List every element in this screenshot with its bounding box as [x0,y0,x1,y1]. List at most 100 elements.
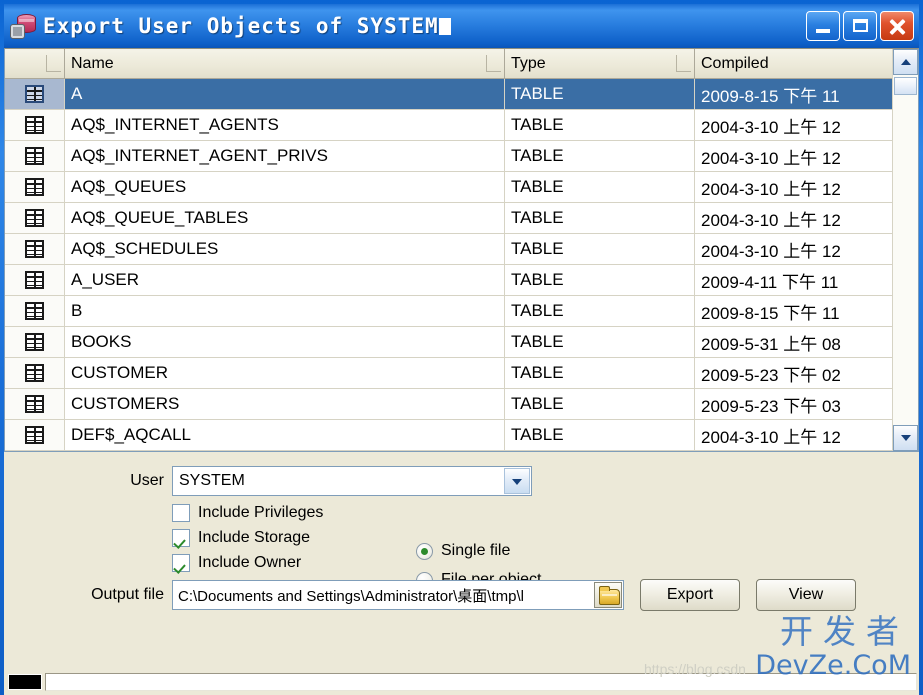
browse-button[interactable] [594,582,622,608]
table-icon [25,85,44,103]
table-icon [25,240,44,258]
column-header-name[interactable]: Name [65,49,505,78]
user-label: User [4,472,172,490]
chevron-down-icon[interactable] [504,468,530,494]
chevron-up-icon [901,59,911,65]
checkbox-include-owner[interactable]: Include Owner [172,554,919,572]
cell-type: TABLE [505,203,695,233]
grid-vertical-scrollbar[interactable] [892,49,918,451]
cell-name: A_USER [65,265,505,295]
column-header-compiled[interactable]: Compiled [695,49,892,78]
table-row[interactable]: ATABLE2009-8-15 下午 11 [5,79,892,110]
table-row[interactable]: DEF$_AQCALLTABLE2004-3-10 上午 12 [5,420,892,451]
cell-name: AQ$_QUEUE_TABLES [65,203,505,233]
table-icon [25,302,44,320]
grid-header-row: Name Type Compiled [5,49,892,79]
cell-name: DEF$_AQCALL [65,420,505,450]
close-button[interactable] [880,11,914,41]
row-icon-cell [5,234,65,264]
checkbox-include-owner-box[interactable] [172,554,190,572]
scroll-thumb[interactable] [894,77,917,95]
table-icon [25,395,44,413]
cell-compiled: 2009-4-11 下午 11 [695,265,892,295]
row-icon-cell [5,389,65,419]
maximize-button[interactable] [843,11,877,41]
row-icon-cell [5,203,65,233]
progress-indicator [8,674,42,690]
minimize-button[interactable] [806,11,840,41]
scroll-down-button[interactable] [893,425,918,451]
table-row[interactable]: BOOKSTABLE2009-5-31 上午 08 [5,327,892,358]
status-bar [4,671,919,695]
row-icon-cell [5,110,65,140]
table-row[interactable]: A_USERTABLE2009-4-11 下午 11 [5,265,892,296]
row-icon-cell [5,327,65,357]
cell-type: TABLE [505,389,695,419]
column-header-type[interactable]: Type [505,49,695,78]
cell-compiled: 2009-5-23 下午 03 [695,389,892,419]
export-button[interactable]: Export [640,579,740,611]
row-icon-cell [5,296,65,326]
export-options-panel: User SYSTEM Include Privileges Include S… [4,452,919,671]
row-icon-cell [5,265,65,295]
view-button[interactable]: View [756,579,856,611]
row-icon-cell [5,172,65,202]
table-icon [25,333,44,351]
cell-compiled: 2009-5-23 下午 02 [695,358,892,388]
cell-compiled: 2004-3-10 上午 12 [695,203,892,233]
table-row[interactable]: AQ$_QUEUESTABLE2004-3-10 上午 12 [5,172,892,203]
radio-single-file-dot[interactable] [416,543,433,560]
checkbox-include-storage-label: Include Storage [198,529,310,547]
checkbox-include-privileges[interactable]: Include Privileges [172,504,919,522]
table-row[interactable]: AQ$_QUEUE_TABLESTABLE2004-3-10 上午 12 [5,203,892,234]
output-file-label: Output file [4,586,172,604]
table-icon [25,178,44,196]
table-row[interactable]: BTABLE2009-8-15 下午 11 [5,296,892,327]
window-title: Export User Objects of SYSTEM [43,14,806,38]
status-message-field [45,673,917,691]
window-controls [806,11,917,41]
cell-compiled: 2004-3-10 上午 12 [695,110,892,140]
cell-name: B [65,296,505,326]
row-icon-cell [5,358,65,388]
output-file-input[interactable]: C:\Documents and Settings\Administrator\… [172,580,624,610]
cell-type: TABLE [505,172,695,202]
cell-name: AQ$_INTERNET_AGENTS [65,110,505,140]
cell-name: CUSTOMERS [65,389,505,419]
folder-open-icon [599,589,620,605]
cell-compiled: 2009-8-15 下午 11 [695,79,892,109]
scroll-track[interactable] [893,75,918,425]
cell-name: BOOKS [65,327,505,357]
checkbox-include-storage-box[interactable] [172,529,190,547]
cell-type: TABLE [505,358,695,388]
chevron-down-icon [901,435,911,441]
table-row[interactable]: AQ$_INTERNET_AGENTSTABLE2004-3-10 上午 12 [5,110,892,141]
user-select[interactable]: SYSTEM [172,466,532,496]
table-row[interactable]: AQ$_SCHEDULESTABLE2004-3-10 上午 12 [5,234,892,265]
table-row[interactable]: AQ$_INTERNET_AGENT_PRIVSTABLE2004-3-10 上… [5,141,892,172]
checkbox-include-owner-label: Include Owner [198,554,301,572]
scroll-up-button[interactable] [893,49,918,75]
cell-type: TABLE [505,265,695,295]
radio-single-file[interactable]: Single file [416,542,542,560]
column-header-icon[interactable] [5,49,65,78]
cell-compiled: 2004-3-10 上午 12 [695,420,892,450]
table-row[interactable]: CUSTOMERSTABLE2009-5-23 下午 03 [5,389,892,420]
title-bar[interactable]: Export User Objects of SYSTEM [4,4,919,48]
cell-compiled: 2009-5-31 上午 08 [695,327,892,357]
cell-name: AQ$_QUEUES [65,172,505,202]
table-icon [25,116,44,134]
cell-compiled: 2004-3-10 上午 12 [695,234,892,264]
cell-type: TABLE [505,141,695,171]
user-select-value: SYSTEM [173,472,504,490]
checkbox-include-privileges-box[interactable] [172,504,190,522]
table-icon [25,209,44,227]
table-icon [25,271,44,289]
table-icon [25,364,44,382]
table-row[interactable]: CUSTOMERTABLE2009-5-23 下午 02 [5,358,892,389]
cell-name: CUSTOMER [65,358,505,388]
output-file-value: C:\Documents and Settings\Administrator\… [173,585,594,606]
cell-compiled: 2004-3-10 上午 12 [695,141,892,171]
checkbox-include-storage[interactable]: Include Storage [172,529,919,547]
radio-single-file-label: Single file [441,542,510,560]
